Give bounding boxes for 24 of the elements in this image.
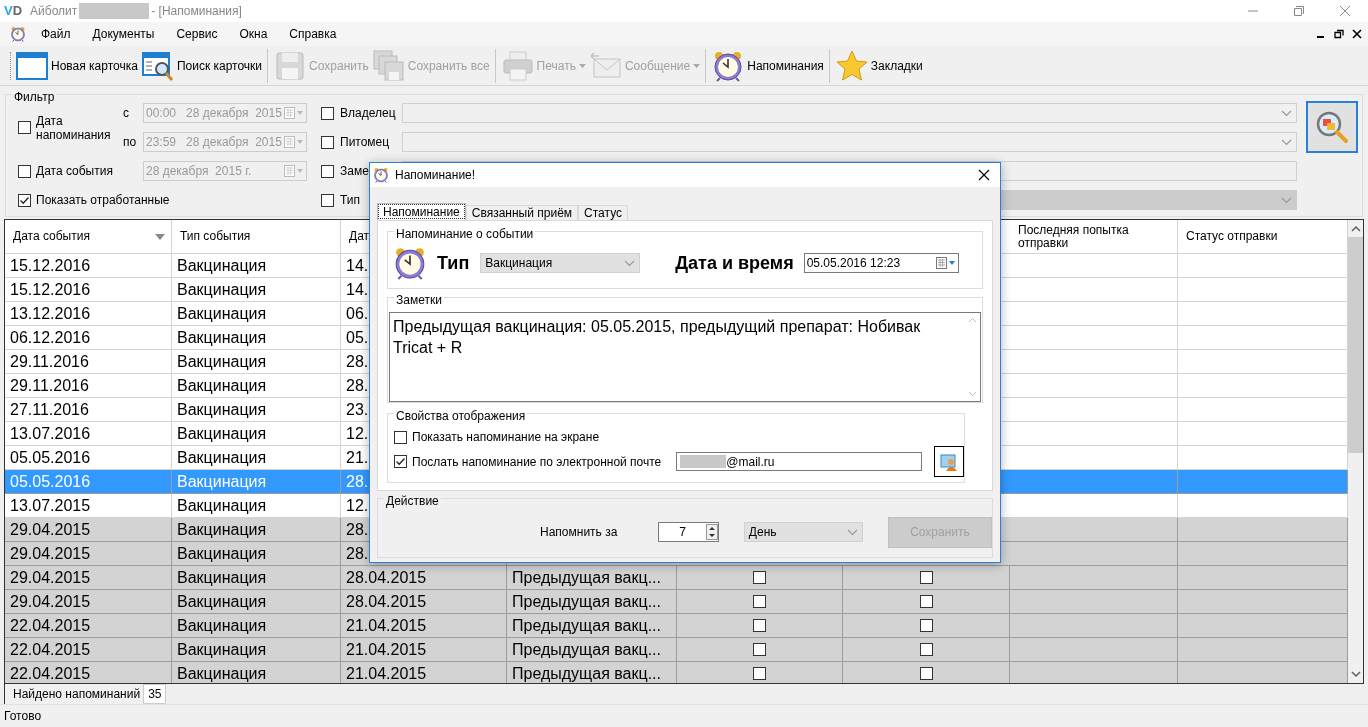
type-label: Тип [437,251,470,275]
status-text: Готово [4,708,42,725]
field-label: по [123,134,138,151]
field-label: с [123,105,130,122]
table-cell: 21.04.2015 [341,662,507,683]
table-cell: Вакцинация [172,662,341,683]
checkbox-label: Показать отработанные [36,192,170,209]
group-title: Действие [384,492,441,510]
checkbox-label: Дата события [36,163,113,180]
dialog-title: Напоминание! [395,167,476,184]
checkbox-label: Владелец [340,105,396,122]
found-count: 35 [143,684,167,704]
checkbox-label: Питомец [340,134,390,151]
window-title: Айболит [30,3,78,20]
checkbox-label: Заме [340,163,369,180]
remind-label: Напомнить за [540,524,618,541]
group-title: Свойства отображения [394,407,528,425]
checkbox-label: Тип [340,192,360,209]
found-label: Найдено напоминаний [13,686,141,703]
window-title: - [Напоминания] [151,3,242,20]
checkbox-label: Дата напоминания [36,113,112,142]
datetime-label: Дата и время [675,251,794,275]
table-cell: Предыдущая вакц... [507,662,677,683]
app-logo: VD [4,2,23,21]
